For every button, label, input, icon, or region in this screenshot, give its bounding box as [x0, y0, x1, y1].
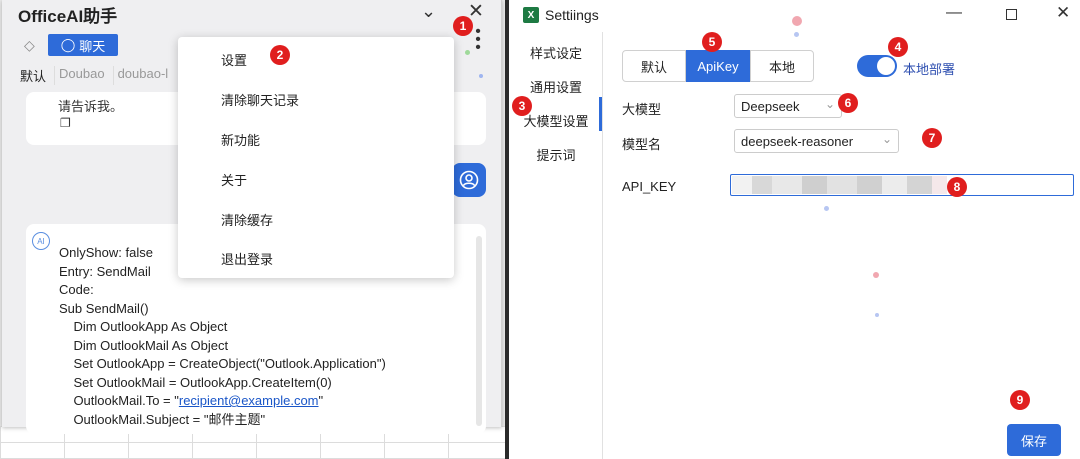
code-line-email[interactable]: OutlookMail.To = "recipient@example.com" — [59, 392, 386, 411]
annotation-badge: 4 — [888, 37, 908, 57]
minimize-icon[interactable]: — — [946, 4, 962, 22]
nav-item-style[interactable]: 样式设定 — [509, 43, 603, 62]
menu-item-about[interactable]: 关于 — [221, 170, 247, 189]
menu-item-settings[interactable]: 设置 — [221, 50, 247, 69]
chat-bubble-icon: ◯ — [60, 37, 76, 52]
model-name-select[interactable]: deepseek-reasoner ⌄ — [734, 129, 899, 153]
llm-label: 大模型 — [622, 102, 662, 117]
annotation-badge: 8 — [947, 177, 967, 197]
save-button[interactable]: 保存 — [1007, 424, 1061, 456]
settings-title-bar: X Settiings — [523, 7, 599, 23]
redacted-key — [732, 176, 952, 194]
segment-local[interactable]: 本地 — [750, 50, 814, 82]
nav-active-indicator — [599, 97, 602, 131]
annotation-badge: 5 — [702, 32, 722, 52]
local-deploy-label: 本地部署 — [903, 62, 956, 77]
nav-item-prompts[interactable]: 提示词 — [509, 145, 603, 164]
code-line: Set OutlookMail = OutlookApp.CreateItem(… — [59, 374, 332, 390]
menu-item-clear-cache[interactable]: 清除缓存 — [221, 210, 273, 229]
chevron-down-icon: ⌄ — [881, 132, 892, 146]
api-key-label: API_KEY — [622, 179, 677, 194]
code-line: OutlookMail.Subject = "邮件主题" — [59, 411, 266, 427]
code-line: Dim OutlookApp As Object — [59, 319, 228, 334]
chevron-down-icon: ⌄ — [824, 97, 835, 111]
menu-item-logout[interactable]: 退出登录 — [221, 249, 273, 268]
annotation-badge: 9 — [1010, 390, 1030, 410]
user-avatar-button[interactable] — [452, 163, 486, 197]
tab-chat[interactable]: ◯ 聊天 — [48, 34, 118, 56]
assistant-title: OfficeAI助手 — [18, 7, 118, 26]
message-text: 请告诉我。 — [58, 99, 124, 114]
close-icon[interactable]: ✕ — [1056, 3, 1070, 23]
decorative-dot — [479, 74, 483, 78]
model-option[interactable]: Doubao — [54, 66, 107, 85]
user-icon — [459, 170, 479, 190]
settings-title: Settiings — [545, 7, 599, 23]
annotation-badge: 1 — [453, 16, 473, 36]
api-key-input[interactable] — [730, 174, 1074, 196]
more-dropdown-menu: 设置 清除聊天记录 新功能 关于 清除缓存 退出登录 — [178, 37, 454, 278]
menu-item-clear-chat[interactable]: 清除聊天记录 — [221, 90, 299, 109]
segment-default[interactable]: 默认 — [622, 50, 686, 82]
email-link[interactable]: recipient@example.com — [179, 393, 319, 408]
cube-icon[interactable]: ◇ — [24, 37, 35, 54]
nav-item-general[interactable]: 通用设置 — [509, 77, 603, 96]
model-option[interactable]: doubao-l — [112, 66, 171, 85]
excel-icon: X — [523, 7, 539, 23]
decorative-dot — [465, 50, 470, 55]
segment-apikey[interactable]: ApiKey — [686, 50, 750, 82]
decorative-dot — [824, 206, 829, 211]
copy-icon[interactable]: ❐ — [60, 116, 71, 130]
code-scrollbar[interactable] — [476, 236, 482, 426]
decorative-dot — [875, 313, 879, 317]
code-line: Set OutlookApp = CreateObject("Outlook.A… — [59, 356, 386, 371]
mode-segmented-control: 默认 ApiKey 本地 — [622, 50, 814, 82]
menu-item-new-features[interactable]: 新功能 — [221, 130, 260, 149]
model-selector-bar: 默认 Doubao doubao-l — [18, 66, 170, 85]
tab-chat-label: 聊天 — [79, 38, 106, 54]
annotation-badge: 3 — [512, 96, 532, 116]
local-deploy-toggle[interactable] — [857, 55, 897, 77]
annotation-badge: 6 — [838, 93, 858, 113]
annotation-badge: 2 — [270, 45, 290, 65]
code-line: Sub SendMail() — [59, 300, 149, 316]
model-option[interactable]: 默认 — [18, 66, 48, 85]
ai-avatar-icon: AI — [32, 232, 50, 250]
code-line: Dim OutlookMail As Object — [59, 337, 229, 353]
llm-select-value: Deepseek — [741, 98, 800, 114]
annotation-badge: 7 — [922, 128, 942, 148]
collapse-chevron-icon[interactable]: ⌄ — [421, 1, 436, 22]
code-line: Code: — [59, 282, 94, 297]
llm-select[interactable]: Deepseek ⌄ — [734, 94, 842, 118]
decorative-dot — [792, 16, 802, 26]
model-name-select-value: deepseek-reasoner — [741, 133, 854, 149]
model-name-label: 模型名 — [622, 137, 662, 152]
decorative-dot — [873, 272, 879, 278]
decorative-dot — [794, 32, 799, 37]
excel-workbook-area: OfficeAI助手 ⌄ ✕ ◇ ◯ 聊天 • • • 默认 Doubao doub… — [0, 0, 505, 459]
settings-window: X Settiings — ✕ 样式设定 通用设置 大模型设置 提示词 默认 A… — [505, 0, 1080, 459]
more-menu-icon[interactable]: • • • — [474, 24, 482, 56]
officeai-assistant-panel: OfficeAI助手 ⌄ ✕ ◇ ◯ 聊天 • • • 默认 Doubao doub… — [2, 0, 502, 434]
maximize-icon[interactable] — [1006, 9, 1017, 20]
